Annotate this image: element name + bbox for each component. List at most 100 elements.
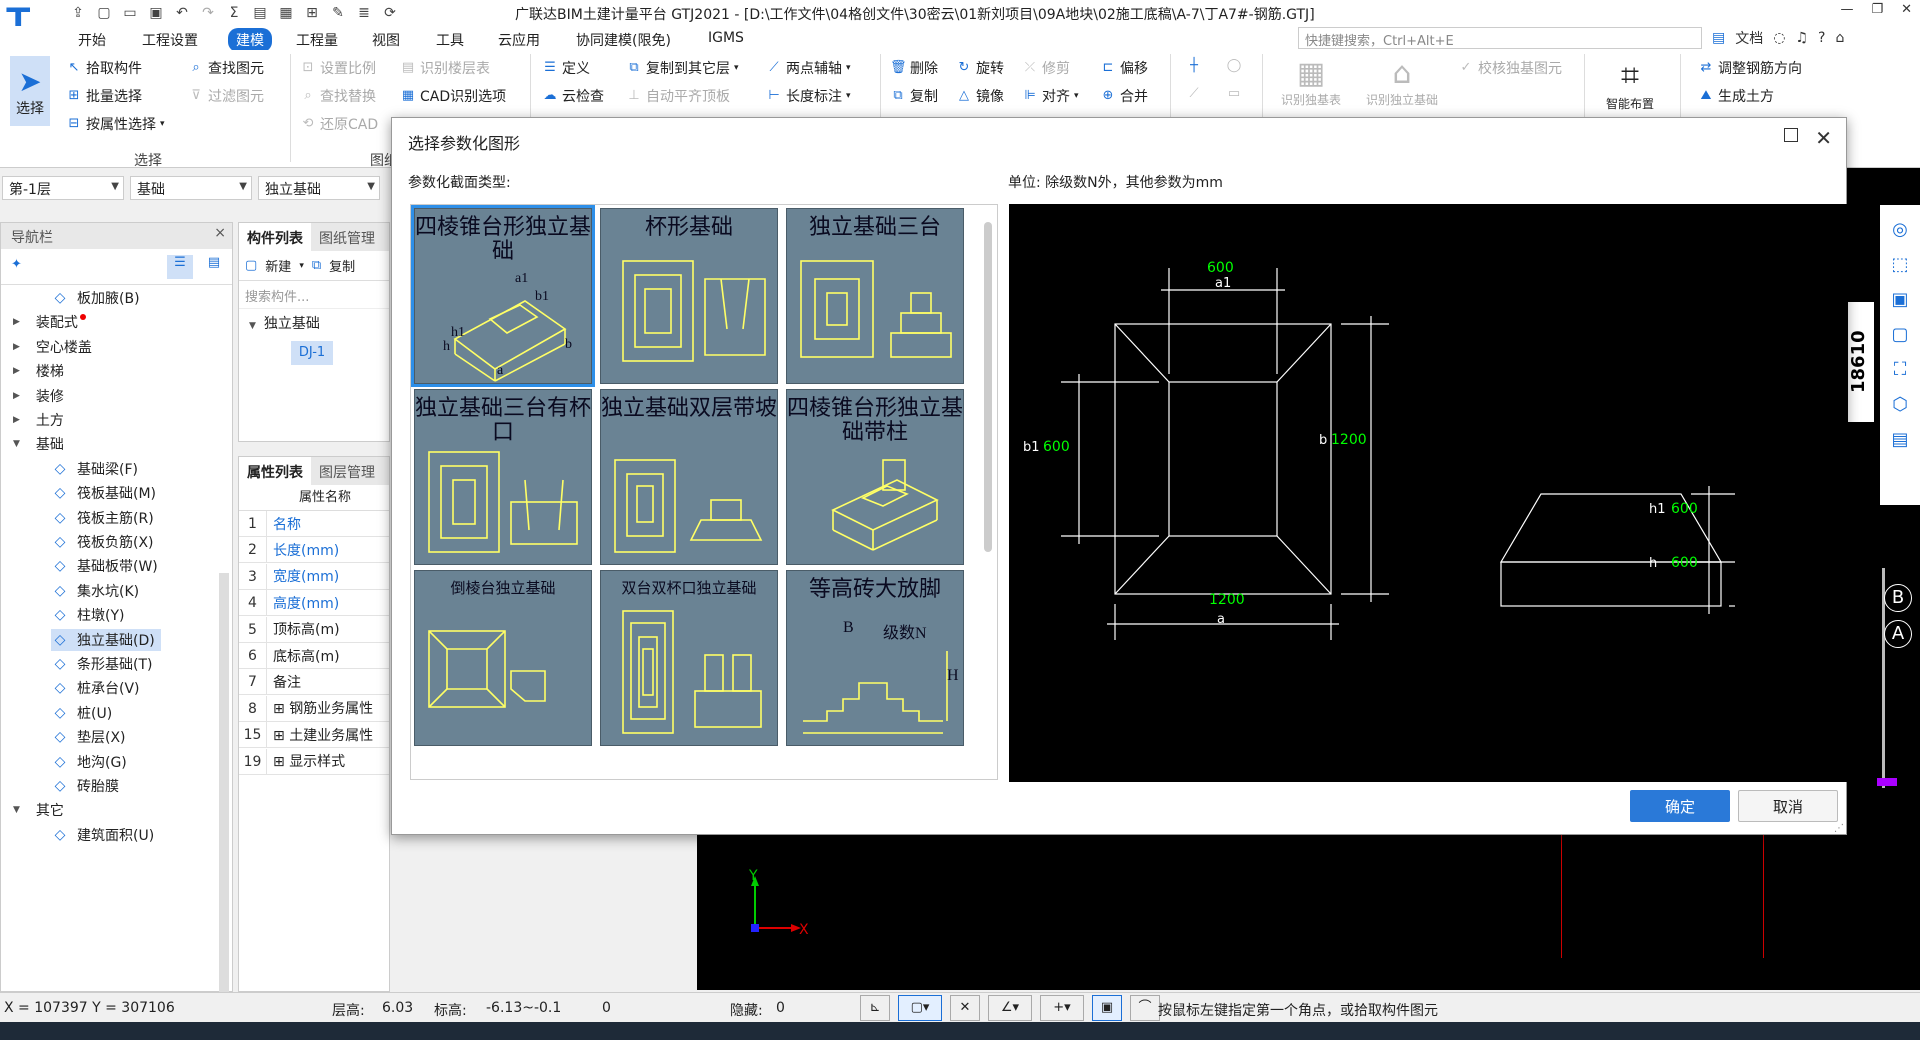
nav-group[interactable]: ▶ 土方 <box>13 409 70 431</box>
find-replace-button[interactable]: ⌕ 查找替换 <box>300 86 376 106</box>
nav-item[interactable]: ◇ 基础梁(F) <box>51 458 144 480</box>
rebar-icon[interactable]: ≣ <box>352 2 376 24</box>
nav-item[interactable]: ◇ 集水坑(K) <box>51 580 145 602</box>
nav-group[interactable]: ▼ 基础 <box>13 433 70 455</box>
rotate-button[interactable]: ↻ 旋转 <box>956 58 1004 78</box>
nav-group[interactable]: ▶ 楼梯 <box>13 360 70 382</box>
3d-view-icon[interactable]: ⬚ <box>1891 254 1908 275</box>
report-icon[interactable]: ▤ <box>248 2 272 24</box>
smart-layout-button[interactable]: ⌗ 智能布置 <box>1598 56 1662 112</box>
component-group[interactable]: ▼ 独立基础 <box>239 309 389 337</box>
nav-item[interactable]: ◇ 垫层(X) <box>51 726 132 748</box>
merge-button[interactable]: ⊕ 合并 <box>1100 86 1148 106</box>
menu-modeling[interactable]: 建模 <box>228 28 272 52</box>
render-icon[interactable]: ⬡ <box>1892 394 1908 415</box>
nav-item[interactable]: ◇ 建筑面积(U) <box>51 824 160 846</box>
define-button[interactable]: ☰ 定义 <box>542 58 590 78</box>
property-row[interactable]: 3 宽度(mm) <box>239 563 389 590</box>
nav-item[interactable]: ◇ 桩承台(V) <box>51 677 146 699</box>
gallery-scrollbar[interactable] <box>984 222 992 552</box>
property-row[interactable]: 6 底标高(m) <box>239 643 389 669</box>
report-view-icon[interactable]: ▤ <box>1891 429 1908 450</box>
mirror-button[interactable]: △ 镜像 <box>956 86 1004 106</box>
filter-element-button[interactable]: ⊽ 过滤图元 <box>188 86 264 106</box>
pin-icon[interactable]: ✦ <box>11 257 22 272</box>
shape-thumbnail[interactable]: 等高砖大放脚 B 级数N H <box>786 570 964 746</box>
menu-quantity[interactable]: 工程量 <box>288 28 346 52</box>
expand-arrow-icon[interactable]: ▼ <box>13 439 20 449</box>
tab-property-list[interactable]: 属性列表 <box>239 457 311 485</box>
angle-icon[interactable]: ∠▾ <box>988 995 1032 1021</box>
nav-group[interactable]: ▶ 装修 <box>13 385 70 407</box>
nav-group[interactable]: ▶ 装配式 <box>13 311 92 333</box>
floor-select[interactable]: 第-1层 ▼ <box>2 176 124 200</box>
shape-thumbnail[interactable]: 独立基础三台 <box>786 208 964 384</box>
nav-item[interactable]: ◇ 基础板带(W) <box>51 555 164 577</box>
two-point-axis-button[interactable]: ⟋ 两点辅轴 ▾ <box>766 58 850 78</box>
cad-options-button[interactable]: ▦ CAD识别选项 <box>400 86 506 106</box>
shape-thumbnail[interactable]: 四棱锥台形独立基础 a1 b1 h1 h a b <box>411 205 595 387</box>
circle-tool-icon[interactable]: ◯ <box>1226 58 1242 74</box>
length-mark-button[interactable]: ⊢ 长度标注 ▾ <box>766 86 850 106</box>
shape-thumbnail[interactable]: 双台双杯口独立基础 <box>600 570 778 746</box>
nav-group[interactable]: ▼ 其它 <box>13 799 70 821</box>
nav-item[interactable]: ◇ 条形基础(T) <box>51 653 158 675</box>
find-element-button[interactable]: ⌕ 查找图元 <box>188 58 264 78</box>
close-icon[interactable]: × <box>214 225 226 241</box>
shape-thumbnail[interactable]: 四棱锥台形独立基础带柱 <box>786 389 964 565</box>
resize-grip-icon[interactable]: ⋰ <box>1834 823 1844 834</box>
property-row[interactable]: 19 ⊞ 显示样式 <box>239 748 389 775</box>
nav-group[interactable]: ▶ 空心楼盖 <box>13 336 98 358</box>
dynamic-input-icon[interactable]: ▣ <box>1092 995 1122 1021</box>
nav-scrollbar[interactable] <box>219 573 229 993</box>
menu-start[interactable]: 开始 <box>70 28 114 52</box>
open-file-icon[interactable]: ▭ <box>118 2 142 24</box>
new-button[interactable]: 新建 <box>265 256 291 275</box>
save-icon[interactable]: ▣ <box>144 2 168 24</box>
nav-item[interactable]: ◇ 板加腋(B) <box>51 287 146 309</box>
expand-plus-icon[interactable]: ⊞ <box>273 754 289 770</box>
recognize-floor-button[interactable]: ▤ 识别楼层表 <box>400 58 490 78</box>
ortho-icon[interactable]: ⊾ <box>860 995 890 1021</box>
layout-icon[interactable]: ⊞ <box>300 2 324 24</box>
chat-icon[interactable]: ◌ <box>1773 30 1785 46</box>
adjust-rebar-button[interactable]: ⇄ 调整钢筋方向 <box>1698 58 1802 78</box>
shape-thumbnail[interactable]: 独立基础三台有杯口 <box>414 389 592 565</box>
nav-item[interactable]: ◇ 筏板主筋(R) <box>51 507 160 529</box>
expand-plus-icon[interactable]: ⊞ <box>273 728 289 744</box>
table-icon[interactable]: ▦ <box>274 2 298 24</box>
delete-button[interactable]: 🗑 删除 <box>890 58 938 78</box>
nav-item[interactable]: ◇ 筏板基础(M) <box>51 482 162 504</box>
offset-snap-icon[interactable]: +▾ <box>1040 995 1084 1021</box>
snap-box-icon[interactable]: ▢▾ <box>898 995 942 1021</box>
set-scale-button[interactable]: ⊡ 设置比例 <box>300 58 376 78</box>
nav-item[interactable]: ◇ 桩(U) <box>51 702 118 724</box>
menu-igms[interactable]: IGMS <box>700 28 752 48</box>
redo-icon[interactable]: ↷ <box>196 2 220 24</box>
nav-item[interactable]: ◇ 柱墩(Y) <box>51 604 130 626</box>
draw-icon[interactable]: ✎ <box>326 2 350 24</box>
property-row[interactable]: 15 ⊞ 土建业务属性 <box>239 722 389 749</box>
new-file-icon[interactable]: ▢ <box>92 2 116 24</box>
property-row[interactable]: 1 名称 <box>239 511 389 537</box>
recognize-table-button[interactable]: ▦ 识别独基表 <box>1276 56 1346 108</box>
list-view-icon[interactable]: ☰ <box>167 255 193 279</box>
component-search-input[interactable]: 搜索构件... <box>239 281 389 309</box>
sum-icon[interactable]: Σ <box>222 2 246 24</box>
menu-tools[interactable]: 工具 <box>428 28 472 52</box>
maximize-icon[interactable] <box>1784 128 1798 142</box>
detail-view-icon[interactable]: ▤ <box>201 255 227 279</box>
offset-button[interactable]: ⊏ 偏移 <box>1100 58 1148 78</box>
tab-drawing-manage[interactable]: 图纸管理 <box>311 223 383 251</box>
expand-arrow-icon[interactable]: ▼ <box>13 805 20 815</box>
property-row[interactable]: 5 顶标高(m) <box>239 616 389 643</box>
property-row[interactable]: 7 备注 <box>239 669 389 696</box>
globe-icon[interactable]: ◎ <box>1892 219 1908 240</box>
nav-item[interactable]: ◇ 地沟(G) <box>51 751 133 773</box>
category-select[interactable]: 基础 ▼ <box>130 176 252 200</box>
line-tool-icon[interactable]: ⟋ <box>1186 86 1202 102</box>
recognize-foundation-button[interactable]: ⌂ 识别独立基础 <box>1360 56 1444 108</box>
expand-arrow-icon[interactable]: ▶ <box>13 391 20 401</box>
cross-icon[interactable]: ✕ <box>950 995 980 1021</box>
cube-icon[interactable]: ▣ <box>1891 289 1908 310</box>
